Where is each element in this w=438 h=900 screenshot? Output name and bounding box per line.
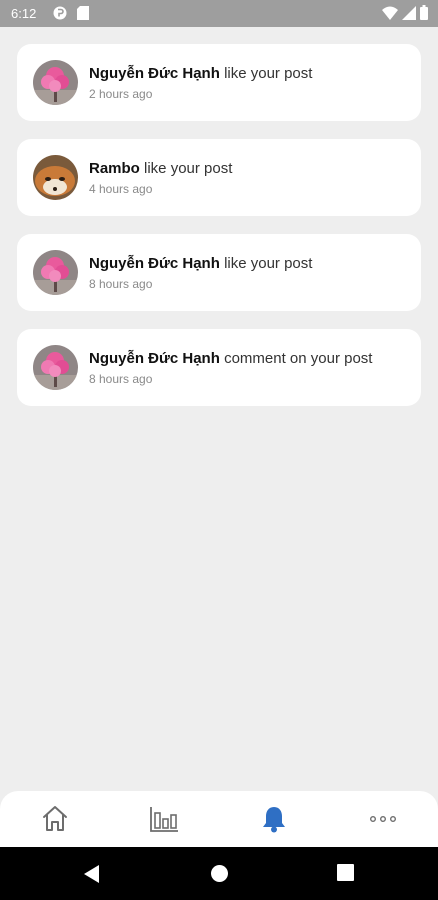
nav-more[interactable]	[367, 803, 399, 835]
user-name: Nguyễn Đức Hạnh	[89, 255, 220, 272]
notification-text: Nguyễn Đức Hạnh like your post	[89, 65, 414, 82]
notification-time: 8 hours ago	[89, 372, 153, 386]
nav-home[interactable]	[39, 803, 71, 835]
signal-icon	[402, 5, 416, 20]
sd-card-icon	[77, 6, 89, 20]
status-time: 6:12	[11, 6, 37, 21]
bottom-nav	[0, 791, 438, 847]
notification-action: like your post	[224, 65, 313, 82]
pink-flower-avatar[interactable]	[33, 60, 78, 105]
notification-card[interactable]: Nguyễn Đức Hạnh like your post 2 hours a…	[17, 44, 421, 121]
status-right-icons	[382, 5, 428, 20]
user-name: Rambo	[89, 160, 140, 177]
fox-avatar[interactable]	[33, 155, 78, 200]
nav-stats[interactable]	[148, 803, 180, 835]
battery-icon	[420, 5, 428, 20]
notification-card[interactable]: Nguyễn Đức Hạnh comment on your post 8 h…	[17, 329, 421, 406]
notification-list: Nguyễn Đức Hạnh like your post 2 hours a…	[17, 44, 421, 424]
more-icon	[370, 815, 397, 822]
notification-time: 2 hours ago	[89, 87, 153, 101]
notification-text: Nguyễn Đức Hạnh like your post	[89, 255, 414, 272]
notification-action: like your post	[224, 255, 313, 272]
stats-icon	[150, 807, 178, 832]
nav-notifications[interactable]	[258, 803, 290, 835]
notification-text: Nguyễn Đức Hạnh comment on your post	[89, 350, 414, 367]
home-circle-icon[interactable]	[210, 864, 229, 883]
pink-flower-avatar[interactable]	[33, 345, 78, 390]
user-name: Nguyễn Đức Hạnh	[89, 350, 220, 367]
system-nav	[0, 847, 438, 900]
notification-card[interactable]: Rambo like your post 4 hours ago	[17, 139, 421, 216]
user-name: Nguyễn Đức Hạnh	[89, 65, 220, 82]
back-icon[interactable]	[83, 864, 101, 884]
home-icon	[43, 806, 67, 831]
status-bar: 6:12	[0, 0, 438, 27]
notification-card[interactable]: Nguyễn Đức Hạnh like your post 8 hours a…	[17, 234, 421, 311]
bell-icon	[263, 807, 285, 833]
notification-time: 4 hours ago	[89, 182, 153, 196]
notification-text: Rambo like your post	[89, 160, 414, 177]
notification-action: comment on your post	[224, 350, 373, 367]
notification-time: 8 hours ago	[89, 277, 153, 291]
recents-icon[interactable]	[337, 864, 354, 881]
wifi-icon	[382, 6, 398, 20]
notification-action: like your post	[144, 160, 233, 177]
app-icon	[53, 6, 67, 20]
pink-flower-avatar[interactable]	[33, 250, 78, 295]
